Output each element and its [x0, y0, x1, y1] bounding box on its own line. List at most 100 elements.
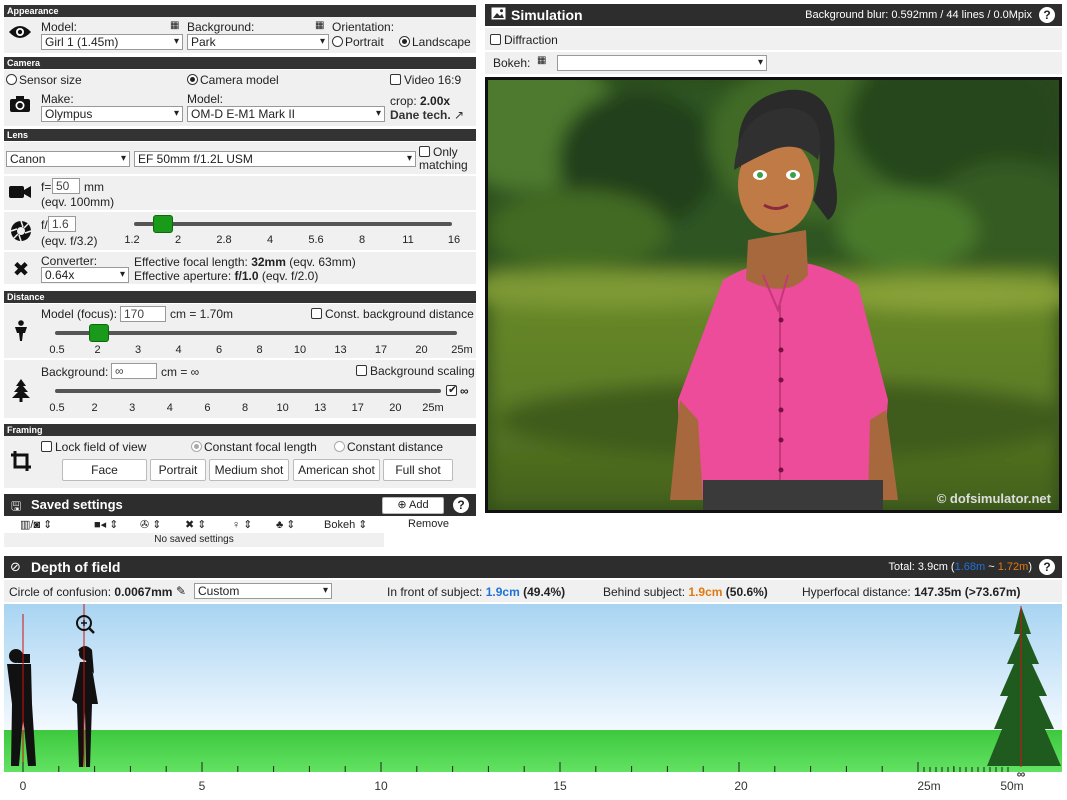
background-select[interactable]: Park [187, 34, 329, 50]
tick-label: 20 [389, 402, 402, 414]
external-link-icon: ↗ [454, 108, 465, 122]
saved-table-header: ▥/◙ ⇕ ■◂ ⇕ ✇ ⇕ ✖ ⇕ ♀ ⇕ ♣ ⇕ Bokeh ⇕ Remov… [4, 517, 476, 533]
lens-model-select[interactable]: EF 50mm f/1.2L USM [134, 151, 416, 167]
focal-prefix: f= [41, 180, 52, 194]
sensor-size-radio[interactable]: Sensor size [6, 73, 82, 87]
tick-label: 4 [166, 402, 173, 414]
bokeh-row: Bokeh: ▦ [485, 52, 1062, 74]
const-distance-radio[interactable]: Constant distance [334, 440, 443, 454]
face-button[interactable]: Face [62, 459, 147, 481]
infinity-checkbox[interactable]: ✔ ∞ [446, 384, 469, 398]
converter-row: ✖ Converter: 0.64x Effective focal lengt… [4, 252, 476, 284]
lens-brand-select[interactable]: Canon [6, 151, 130, 167]
coc-info: Circle of confusion: 0.0067mm [9, 585, 173, 599]
landscape-radio[interactable]: Landscape [399, 35, 471, 49]
sort-background-column[interactable]: ♣ ⇕ [276, 518, 296, 531]
sort-aperture-column[interactable]: ✇ ⇕ [140, 518, 162, 531]
add-button[interactable]: ⊕ Add [382, 497, 444, 514]
sort-sensor-column[interactable]: ▥/◙ ⇕ [20, 518, 52, 531]
aperture-icon [9, 220, 33, 248]
sort-bokeh-column[interactable]: Bokeh ⇕ [324, 518, 367, 531]
full-shot-button[interactable]: Full shot [383, 459, 453, 481]
appearance-header: Appearance [4, 5, 476, 17]
axis-label: 20 [734, 779, 748, 793]
background-input[interactable]: ∞ [111, 363, 157, 379]
make-select[interactable]: Olympus [41, 106, 183, 122]
tick-label: 2 [174, 234, 182, 246]
simulation-viewport[interactable]: © dofsimulator.net [485, 77, 1062, 513]
bokeh-grid-icon[interactable]: ▦ [537, 55, 546, 66]
grid-icon[interactable]: ▦ [170, 20, 179, 31]
background-distance-row: Background: ∞ cm = ∞ Background scaling … [4, 360, 476, 418]
aperture-slider-track[interactable] [134, 222, 452, 226]
bokeh-label: Bokeh: [493, 56, 531, 70]
converter-select[interactable]: 0.64x [41, 267, 129, 283]
remove-column: Remove [408, 518, 449, 530]
model-select[interactable]: Girl 1 (1.45m) [41, 34, 183, 50]
model-distance-row: Model (focus): 170 cm = 1.70m Const. bac… [4, 304, 476, 358]
american-shot-button[interactable]: American shot [293, 459, 380, 481]
lens-header: Lens [4, 129, 476, 141]
lock-fov-checkbox[interactable]: Lock field of view [41, 440, 146, 454]
aperture-input[interactable]: 1.6 [48, 216, 76, 232]
behind-info: Behind subject: 1.9cm (50.6%) [603, 585, 768, 599]
appearance-row: Model: Girl 1 (1.45m) ▦ Background: Park… [4, 17, 476, 53]
medium-shot-button[interactable]: Medium shot [209, 459, 289, 481]
dof-diagram[interactable] [4, 604, 1062, 772]
help-icon[interactable]: ? [453, 497, 469, 513]
aperture-slider-handle[interactable] [152, 215, 173, 233]
focal-input[interactable]: 50 [52, 178, 80, 194]
focal-unit: mm [84, 180, 104, 194]
tick-label: 4 [175, 344, 182, 356]
grid-icon-bg[interactable]: ▦ [315, 20, 324, 31]
const-focal-radio[interactable]: Constant focal length [191, 440, 317, 454]
crop-info: crop: 2.00x [390, 94, 451, 108]
dof-info-row: Circle of confusion: 0.0067mm ✎ Custom I… [4, 580, 1062, 602]
aperture-small-icon: ⊘ [10, 559, 21, 574]
framing-row: Lock field of view Constant focal length… [4, 436, 476, 488]
tick-label: 10 [293, 344, 307, 356]
camera-model-radio[interactable]: Camera model [187, 73, 279, 87]
image-icon [491, 7, 506, 23]
axis-label: 15 [553, 779, 567, 793]
coc-select[interactable]: Custom [194, 583, 332, 599]
saved-settings-title: Saved settings [31, 497, 123, 512]
sort-model-column[interactable]: ♀ ⇕ [232, 518, 253, 531]
dof-title: Depth of field [31, 559, 121, 575]
only-matching-checkbox[interactable]: Only matching [419, 146, 468, 172]
bg-scaling-checkbox[interactable]: Background scaling [356, 364, 475, 378]
background-label: Background: [41, 365, 109, 379]
model-slider-track[interactable] [55, 331, 457, 335]
aperture-row: f/ 1.6 (eqv. f/3.2) 1.2 2 2.8 4 5.6 8 11 16 [4, 212, 476, 250]
const-bg-checkbox[interactable]: Const. background distance [311, 307, 474, 321]
aperture-eqv: (eqv. f/3.2) [41, 234, 98, 248]
person-icon [9, 320, 33, 348]
tick-label: 8 [256, 344, 263, 356]
tick-label: 13 [334, 344, 347, 356]
diffraction-checkbox[interactable]: Diffraction [490, 33, 558, 47]
bokeh-select[interactable] [557, 55, 767, 71]
portrait-radio[interactable]: Portrait [332, 35, 384, 49]
simulation-help-icon[interactable]: ? [1039, 7, 1055, 23]
tick-label: 5.6 [308, 234, 324, 246]
hyperfocal-info: Hyperfocal distance: 147.35m (>73.67m) [802, 585, 1021, 599]
tick-label: 8 [241, 402, 249, 414]
camera-model-select[interactable]: OM-D E-M1 Mark II [187, 106, 385, 122]
model-slider-handle[interactable] [89, 324, 110, 342]
background-label: Background: [187, 20, 255, 34]
watermark: © dofsimulator.net [937, 491, 1052, 506]
sort-converter-column[interactable]: ✖ ⇕ [185, 518, 207, 531]
pencil-icon[interactable]: ✎ [176, 584, 186, 598]
ground [4, 730, 1062, 772]
camera-model-label: Model: [187, 92, 224, 106]
sort-focal-column[interactable]: ■◂ ⇕ [94, 518, 118, 531]
background-slider-track[interactable] [55, 389, 441, 393]
portrait-button[interactable]: Portrait [150, 459, 206, 481]
background-result: cm = ∞ [161, 365, 200, 379]
model-ticks: 0.5 2 3 4 6 8 10 13 17 20 25m [49, 344, 472, 358]
make-label: Make: [41, 92, 74, 106]
dof-help-icon[interactable]: ? [1039, 559, 1055, 575]
video-checkbox[interactable]: Video 16:9 [390, 73, 461, 87]
tech-link[interactable]: Dane tech. ↗ [390, 108, 464, 122]
model-focus-input[interactable]: 170 [120, 306, 166, 322]
